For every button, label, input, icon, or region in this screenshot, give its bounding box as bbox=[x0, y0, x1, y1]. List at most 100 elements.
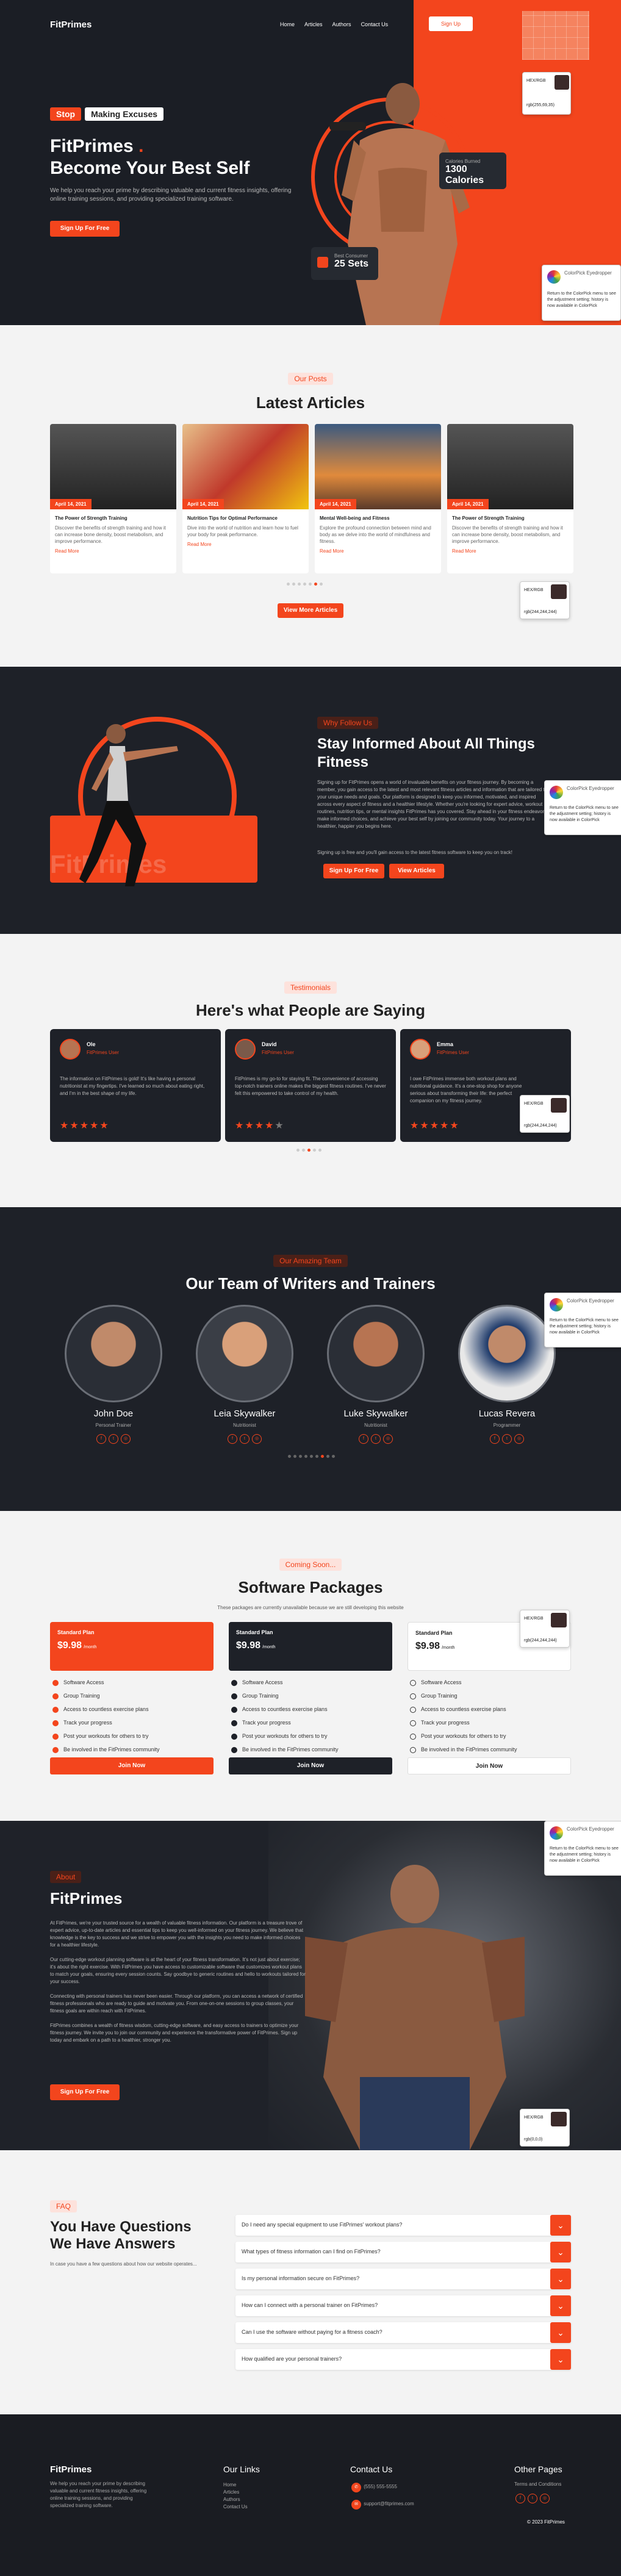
footer-link-authors[interactable]: Authors bbox=[223, 2496, 248, 2503]
stay-description: Signing up for FitPrimes opens a world o… bbox=[317, 780, 548, 829]
twitter-icon[interactable]: t bbox=[109, 1434, 118, 1444]
team-member-role: Nutritionist bbox=[233, 1423, 256, 1428]
article-card[interactable]: April 14, 2021 Nutrition Tips for Optima… bbox=[182, 424, 309, 573]
footer-terms-link[interactable]: Terms and Conditions bbox=[514, 2481, 561, 2487]
carousel-dots[interactable] bbox=[288, 1455, 335, 1458]
chevron-down-icon[interactable]: ⌄ bbox=[550, 2242, 571, 2262]
nav-link-articles[interactable]: Articles bbox=[304, 21, 323, 27]
about-p4: FitPrimes combines a wealth of fitness w… bbox=[50, 2023, 299, 2043]
calories-stat-value: 1300 Calories bbox=[445, 164, 484, 185]
faq-item[interactable]: How qualified are your personal trainers… bbox=[235, 2349, 571, 2370]
nav-link-authors[interactable]: Authors bbox=[332, 21, 351, 27]
instagram-icon[interactable]: ◎ bbox=[514, 1434, 524, 1444]
chevron-down-icon[interactable]: ⌄ bbox=[550, 2349, 571, 2370]
article-card[interactable]: April 14, 2021 The Power of Strength Tra… bbox=[447, 424, 573, 573]
footer-links: Home Articles Authors Contact Us bbox=[223, 2481, 248, 2511]
faq-title: You Have Questions We Have Answers bbox=[50, 2219, 192, 2252]
colorpick-popup[interactable]: ColorPick Eyedropper Return to the Color… bbox=[544, 780, 621, 835]
chevron-down-icon[interactable]: ⌄ bbox=[550, 2295, 571, 2316]
instagram-icon[interactable]: ◎ bbox=[383, 1434, 393, 1444]
testimonial-card: Ole FitPrimes User The information on Fi… bbox=[50, 1029, 221, 1142]
footer-link-articles[interactable]: Articles bbox=[223, 2489, 248, 2496]
footer-phone[interactable]: (555) 555-5555 bbox=[364, 2484, 397, 2489]
nav-link-contact[interactable]: Contact Us bbox=[361, 21, 389, 27]
color-widget[interactable]: HEX/RGB rgb(255,69,35) bbox=[522, 72, 571, 115]
hero-title-line1: FitPrimes bbox=[50, 136, 134, 156]
faq-item[interactable]: What types of fitness information can I … bbox=[235, 2242, 571, 2262]
stay-signup-button[interactable]: Sign Up For Free bbox=[323, 864, 384, 878]
instagram-icon[interactable]: ◎ bbox=[540, 2494, 550, 2503]
team-member: Leia Skywalker Nutritionist f t ◎ bbox=[196, 1408, 293, 1444]
faq-item[interactable]: How can I connect with a personal traine… bbox=[235, 2295, 571, 2316]
article-title[interactable]: Mental Well-being and Fitness bbox=[320, 515, 436, 521]
footer-logo[interactable]: FitPrimes bbox=[50, 2464, 92, 2475]
about-pill: About bbox=[50, 1871, 82, 1883]
color-widget[interactable]: HEX/RGB rgb(244,244,244) bbox=[520, 1610, 570, 1648]
instagram-icon[interactable]: ◎ bbox=[252, 1434, 262, 1444]
nav-signup-button[interactable]: Sign Up bbox=[429, 16, 473, 31]
color-widget[interactable]: HEX/RGB rgb(244,244,244) bbox=[520, 1095, 570, 1133]
color-widget[interactable]: HEX/RGB rgb(244,244,244) bbox=[520, 581, 570, 619]
twitter-icon[interactable]: t bbox=[240, 1434, 249, 1444]
carousel-dots[interactable] bbox=[296, 1149, 321, 1152]
facebook-icon[interactable]: f bbox=[490, 1434, 500, 1444]
colorpick-body: Return to the ColorPick menu to see the … bbox=[550, 1846, 619, 1863]
color-widget[interactable]: HEX/RGB rgb(0,0,0) bbox=[520, 2109, 570, 2147]
stay-articles-button[interactable]: View Articles bbox=[389, 864, 444, 878]
carousel-dots[interactable] bbox=[287, 583, 323, 586]
footer-link-home[interactable]: Home bbox=[223, 2481, 248, 2489]
faq-item[interactable]: Do I need any special equipment to use F… bbox=[235, 2215, 571, 2236]
chevron-down-icon[interactable]: ⌄ bbox=[550, 2215, 571, 2236]
sets-stat-card: Best Consumer 25 Sets bbox=[311, 247, 378, 280]
stay-pill: Why Follow Us bbox=[317, 717, 379, 729]
colorpick-logo-icon bbox=[550, 1826, 563, 1840]
color-swatch bbox=[555, 75, 569, 90]
twitter-icon[interactable]: t bbox=[528, 2494, 537, 2503]
team-pill: Our Amazing Team bbox=[273, 1255, 348, 1267]
plan-features-1: Software Access Group Training Access to… bbox=[52, 1676, 160, 1756]
plan-join-button[interactable]: Join Now bbox=[229, 1757, 392, 1774]
facebook-icon[interactable]: f bbox=[359, 1434, 368, 1444]
plan-card: Standard Plan $9.98 /month bbox=[50, 1622, 214, 1671]
article-title[interactable]: The Power of Strength Training bbox=[55, 515, 171, 521]
color-swatch bbox=[551, 1613, 567, 1627]
view-more-articles-button[interactable]: View More Articles bbox=[278, 603, 343, 618]
team-section: Our Amazing Team Our Team of Writers and… bbox=[0, 1207, 621, 1511]
about-signup-button[interactable]: Sign Up For Free bbox=[50, 2084, 120, 2100]
article-title[interactable]: The Power of Strength Training bbox=[452, 515, 569, 521]
colorpick-popup[interactable]: ColorPick Eyedropper Return to the Color… bbox=[544, 1293, 621, 1347]
stay-note: Signing up is free and you'll gain acces… bbox=[317, 850, 512, 855]
faq-item[interactable]: Is my personal information secure on Fit… bbox=[235, 2269, 571, 2289]
article-desc: Dive into the world of nutrition and lea… bbox=[187, 525, 298, 537]
read-more-link[interactable]: Read More bbox=[320, 548, 436, 554]
article-title[interactable]: Nutrition Tips for Optimal Performance bbox=[187, 515, 304, 521]
colorpick-title: ColorPick Eyedropper bbox=[567, 786, 614, 791]
colorpick-popup[interactable]: ColorPick Eyedropper Return to the Color… bbox=[542, 265, 621, 321]
twitter-icon[interactable]: t bbox=[371, 1434, 381, 1444]
hero-signup-button[interactable]: Sign Up For Free bbox=[50, 221, 120, 237]
read-more-link[interactable]: Read More bbox=[55, 548, 171, 554]
nav-link-home[interactable]: Home bbox=[280, 21, 295, 27]
facebook-icon[interactable]: f bbox=[228, 1434, 237, 1444]
chevron-down-icon[interactable]: ⌄ bbox=[550, 2322, 571, 2343]
faq-item[interactable]: Can I use the software without paying fo… bbox=[235, 2322, 571, 2343]
instagram-icon[interactable]: ◎ bbox=[121, 1434, 131, 1444]
colorpick-popup[interactable]: ColorPick Eyedropper Return to the Color… bbox=[544, 1821, 621, 1876]
footer-link-contact[interactable]: Contact Us bbox=[223, 2503, 248, 2511]
plan-join-button[interactable]: Join Now bbox=[50, 1757, 214, 1774]
footer-email[interactable]: support@fitprimes.com bbox=[364, 2501, 414, 2506]
facebook-icon[interactable]: f bbox=[515, 2494, 525, 2503]
plan-join-button[interactable]: Join Now bbox=[407, 1757, 571, 1774]
article-card[interactable]: April 14, 2021 The Power of Strength Tra… bbox=[50, 424, 176, 573]
team-member-photo bbox=[196, 1305, 293, 1402]
team-title: Our Team of Writers and Trainers bbox=[185, 1274, 436, 1293]
read-more-link[interactable]: Read More bbox=[452, 548, 569, 554]
nav-logo[interactable]: FitPrimes bbox=[50, 20, 92, 30]
footer: FitPrimes We help you reach your prime b… bbox=[0, 2414, 621, 2576]
twitter-icon[interactable]: t bbox=[502, 1434, 512, 1444]
chevron-down-icon[interactable]: ⌄ bbox=[550, 2269, 571, 2289]
read-more-link[interactable]: Read More bbox=[187, 542, 304, 547]
team-member-photo bbox=[458, 1305, 556, 1402]
facebook-icon[interactable]: f bbox=[96, 1434, 106, 1444]
article-card[interactable]: April 14, 2021 Mental Well-being and Fit… bbox=[315, 424, 441, 573]
